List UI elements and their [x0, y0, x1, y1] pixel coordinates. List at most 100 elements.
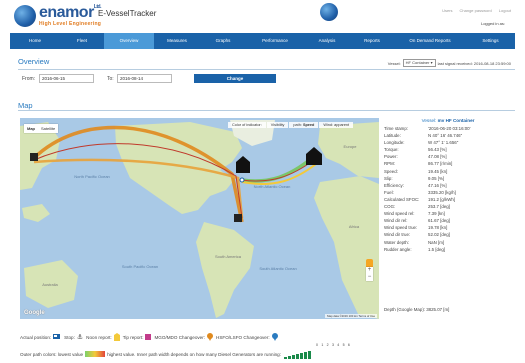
vessel-info-name: mv HF Container: [437, 118, 475, 123]
zoom-in-button[interactable]: +: [366, 267, 373, 274]
google-logo: Google: [24, 310, 45, 316]
path-option-label: path:: [293, 123, 302, 127]
info-key: Wind speed true:: [384, 225, 418, 231]
info-row: Slip: 9.05 [%]: [384, 175, 512, 182]
change-button[interactable]: Change: [194, 74, 276, 83]
hsfo-pin-icon: [271, 333, 278, 341]
user-links: Users Change password Logout: [442, 8, 511, 13]
logged-in-label: Logged in as:: [480, 21, 505, 26]
app-header: enamorLtd. High Level Engineering E-Vess…: [0, 0, 525, 33]
from-date-input[interactable]: 2016-06-15: [39, 74, 94, 83]
legend-noon-report: Noon report:: [86, 334, 112, 340]
info-row: Fuel: 3335.20 [kg/h]: [384, 189, 512, 196]
info-key: Slip:: [384, 175, 393, 181]
info-value: 61.67 [deg]: [428, 218, 450, 224]
overview-divider: [18, 69, 515, 70]
info-value: 191.2 [g/kWh]: [428, 196, 456, 202]
generator-bar: [287, 356, 291, 359]
generator-count-labels: 0 1 2 3 4 5 6: [316, 343, 352, 347]
vessel-select-value: HF Container: [405, 60, 430, 65]
generator-width-bars: [283, 349, 312, 359]
info-key: Power:: [384, 154, 398, 160]
info-value: 1.5 [deg]: [428, 246, 446, 252]
wind-option[interactable]: Wind: apparent: [319, 122, 354, 128]
info-value: 3335.20 [kg/h]: [428, 189, 456, 195]
users-link[interactable]: Users: [442, 8, 452, 13]
tab-satellite[interactable]: Satellite: [38, 124, 59, 133]
generator-bar: [283, 357, 287, 359]
info-value: W 47° 1' 1.656": [428, 140, 459, 146]
info-row: Rudder angle: 1.5 [deg]: [384, 246, 512, 253]
nav-home[interactable]: Home: [10, 33, 60, 49]
main-nav: Home Fleet Overview Measures Graphs Perf…: [10, 33, 515, 49]
tip-report-icon: [145, 334, 152, 340]
to-label: To:: [107, 76, 114, 82]
info-key: Rudder angle:: [384, 246, 412, 252]
map-type-tabs: Map Satellite: [24, 124, 59, 133]
chevron-down-icon: ▾: [430, 60, 433, 65]
info-row: COG: 253.7 [deg]: [384, 203, 512, 210]
flag-icon: [53, 334, 61, 339]
tab-map[interactable]: Map: [24, 124, 38, 133]
info-value: 253.7 [deg]: [428, 204, 450, 210]
label-south-atlantic: South Atlantic Ocean: [259, 266, 296, 271]
vessel-select[interactable]: HF Container ▾: [402, 59, 436, 67]
info-value: NaN [m]: [428, 239, 445, 245]
route-atlantic-outer: [241, 156, 314, 183]
info-row: Time stamp: '2016-06-20 03:16:00': [384, 125, 512, 132]
info-key: COG:: [384, 204, 396, 210]
logo-name: enamor: [39, 4, 94, 21]
nav-reports[interactable]: Reports: [350, 33, 394, 49]
nav-on-demand-reports[interactable]: On Demand Reports: [394, 33, 466, 49]
info-key: Calculated SFOC:: [384, 196, 420, 202]
overview-title: Overview: [18, 57, 50, 66]
globe-logo-icon: [14, 5, 36, 27]
logout-link[interactable]: Logout: [499, 8, 511, 13]
change-password-link[interactable]: Change password: [460, 8, 492, 13]
overlay-options: Color of indicator: Visibility path: Spe…: [228, 122, 354, 128]
info-key: Fuel:: [384, 189, 394, 195]
info-row: Latitude: N 40° 16' 46.746": [384, 132, 512, 139]
nav-measures[interactable]: Measures: [154, 33, 200, 49]
to-date-input[interactable]: 2016-08-14: [117, 74, 172, 83]
info-row: Calculated SFOC: 191.2 [g/kWh]: [384, 196, 512, 203]
info-value: 19.78 [kn]: [428, 225, 448, 231]
nav-overview[interactable]: Overview: [104, 33, 154, 49]
label-south-pacific: South Pacific Ocean: [122, 264, 158, 269]
south-america-land: [196, 222, 254, 318]
info-key: RPM:: [384, 161, 395, 167]
path-option[interactable]: path: Speed: [289, 122, 319, 128]
nav-fleet[interactable]: Fleet: [60, 33, 104, 49]
vessel-map[interactable]: North Pacific Ocean North Atlantic Ocean…: [20, 118, 379, 319]
legend-stop: Stop:: [64, 334, 75, 340]
from-label: From:: [22, 76, 36, 82]
generator-bar: [295, 354, 299, 359]
color-indicator-option[interactable]: Color of indicator:: [228, 122, 266, 128]
info-value: 7.39 [kn]: [428, 211, 445, 217]
company-logo[interactable]: enamorLtd. High Level Engineering: [14, 5, 101, 27]
path-color-legend: Outer path colors: lowest value highest …: [20, 349, 312, 359]
visibility-option[interactable]: Visibility: [266, 122, 289, 128]
zoom-control: + −: [366, 267, 373, 281]
nav-performance[interactable]: Performance: [246, 33, 304, 49]
globe-badge-icon: [320, 3, 338, 21]
map-attribution[interactable]: Map data ©2016 100 km Terms of Use: [325, 314, 377, 318]
europe-land: [318, 122, 379, 178]
indonesia-land: [22, 204, 50, 222]
legend-highest: highest value. Inner path width depends …: [107, 351, 281, 357]
info-key: Wind dir rel:: [384, 218, 408, 224]
nav-analysis[interactable]: Analysis: [304, 33, 350, 49]
label-australia: Australia: [42, 282, 58, 287]
info-key: Efficiency:: [384, 182, 404, 188]
nav-settings[interactable]: Settings: [466, 33, 515, 49]
zoom-out-button[interactable]: −: [366, 274, 373, 281]
generator-bar: [291, 355, 295, 359]
last-signal-text: last signal received: 2016-08-18 23:59:0…: [437, 60, 511, 66]
legend-hsfo-changeover: HSFO/LSFO Changeover:: [216, 334, 270, 340]
info-value: '2016-06-20 03:16:00': [428, 126, 471, 131]
legend-actual-position: Actual position:: [20, 334, 52, 340]
vessel-info-title: Vessel: mv HF Container: [384, 118, 512, 123]
color-gradient-swatch: [85, 351, 106, 357]
nav-graphs[interactable]: Graphs: [200, 33, 246, 49]
info-row: Water depth: NaN [m]: [384, 239, 512, 246]
